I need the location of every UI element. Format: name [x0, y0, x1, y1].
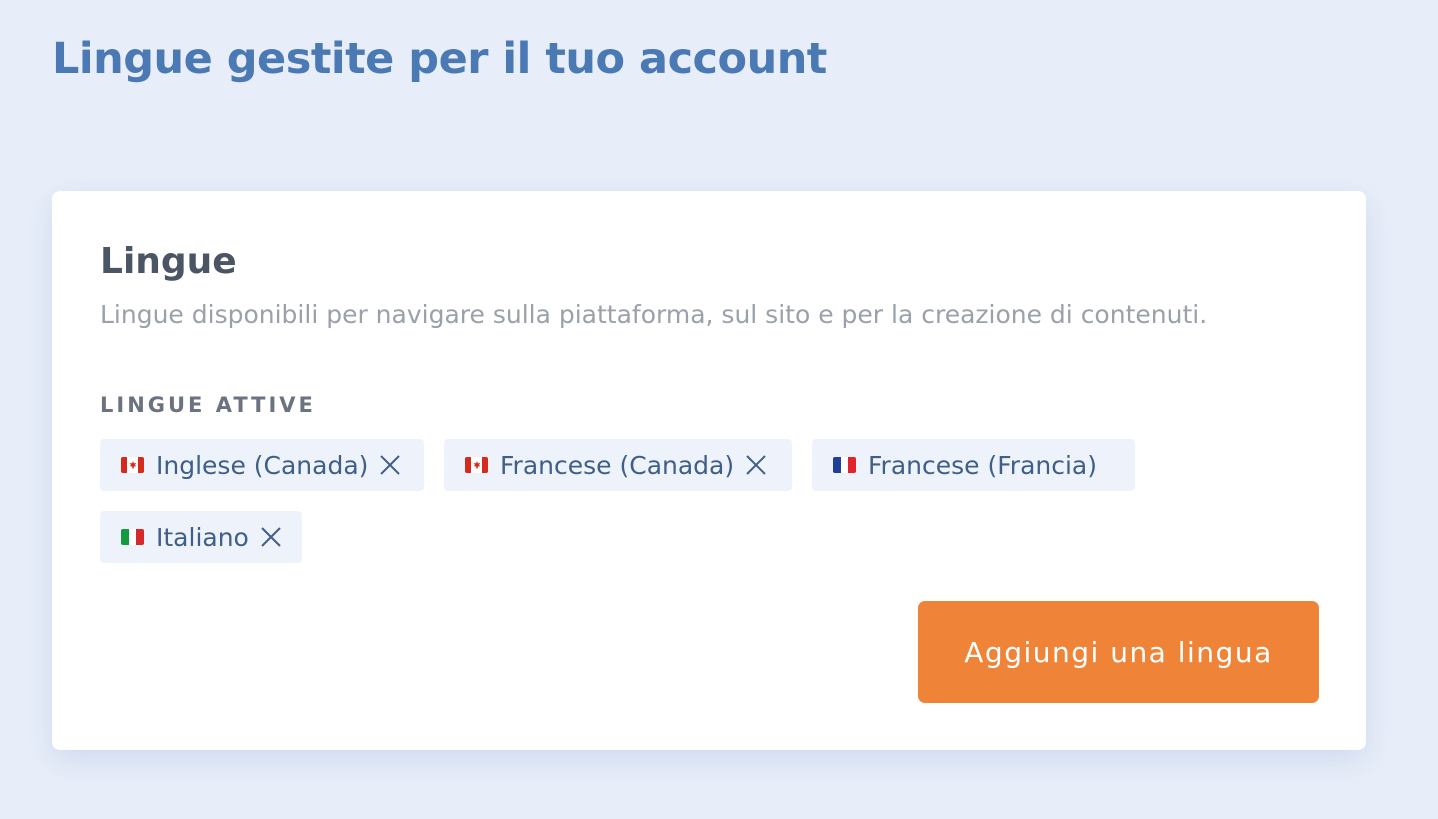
- canada-flag-icon: [121, 457, 144, 473]
- language-tag-label: Francese (Francia): [868, 450, 1098, 480]
- close-icon[interactable]: [260, 526, 282, 548]
- active-languages-label: LINGUE ATTIVE: [100, 393, 316, 417]
- language-tag-label: Francese (Canada): [500, 450, 735, 480]
- card-description: Lingue disponibili per navigare sulla pi…: [100, 300, 1208, 329]
- language-tag-francese-francia: Francese (Francia): [812, 439, 1135, 491]
- page-title: Lingue gestite per il tuo account: [52, 34, 827, 84]
- close-icon[interactable]: [379, 454, 401, 476]
- close-icon[interactable]: [745, 454, 767, 476]
- canada-flag-icon: [465, 457, 488, 473]
- language-tag-label: Inglese (Canada): [156, 450, 369, 480]
- france-flag-icon: [833, 457, 856, 473]
- add-language-button[interactable]: Aggiungi una lingua: [918, 601, 1319, 703]
- language-tag-inglese-canada: Inglese (Canada): [100, 439, 424, 491]
- card-title: Lingue: [100, 241, 237, 282]
- language-tag-label: Italiano: [156, 522, 249, 552]
- italy-flag-icon: [121, 529, 144, 545]
- language-tag-francese-canada: Francese (Canada): [444, 439, 792, 491]
- languages-card: Lingue Lingue disponibili per navigare s…: [52, 191, 1366, 750]
- language-tag-italiano: Italiano: [100, 511, 302, 563]
